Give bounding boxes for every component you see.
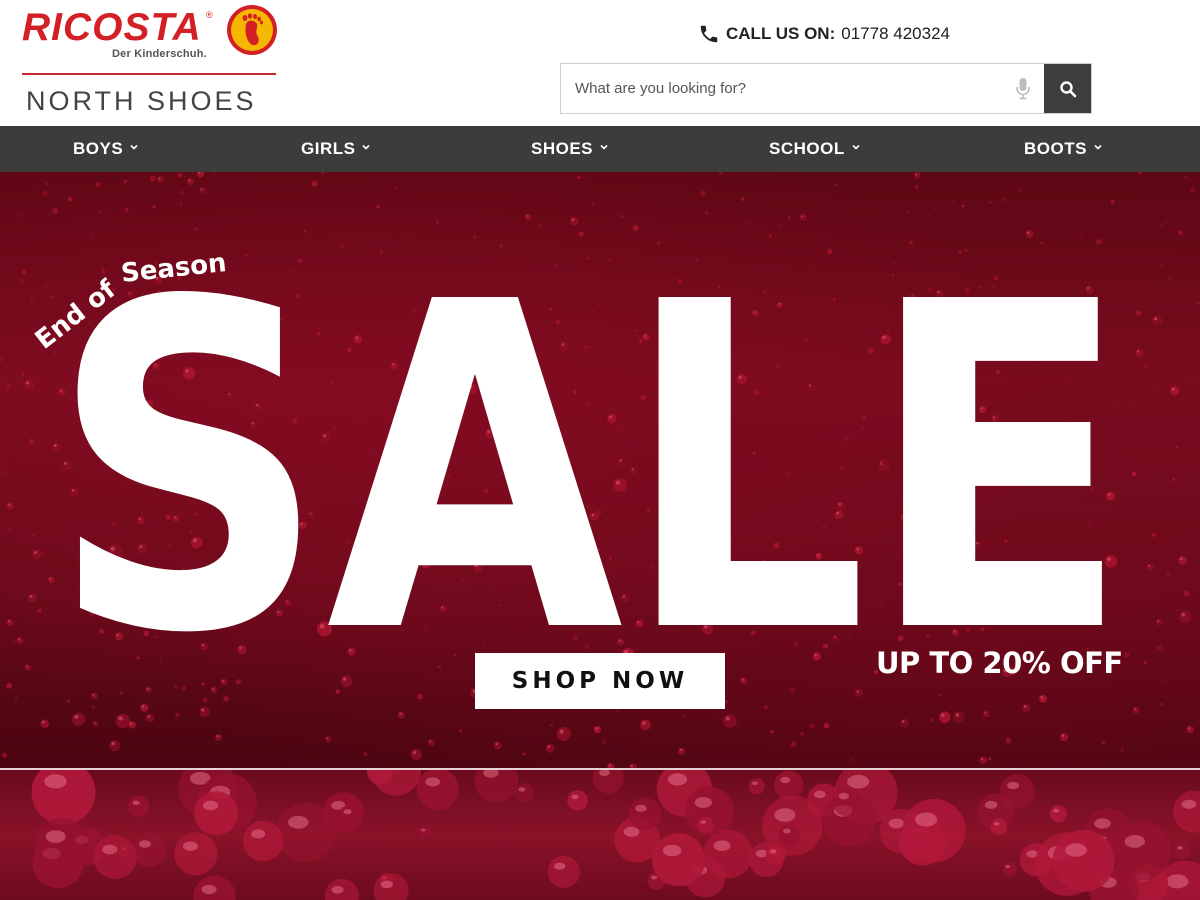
microphone-icon[interactable]: [1002, 64, 1044, 113]
nav-item-label: SCHOOL: [769, 139, 845, 158]
main-navigation: BOYS GIRLS SHOES SCHOOL BOOTS: [0, 126, 1200, 172]
registered-mark: ®: [206, 10, 213, 20]
footprint-logo-icon: [227, 5, 277, 55]
water-droplets-closeup: [31, 770, 1200, 900]
search-button[interactable]: [1044, 64, 1091, 113]
search-bar: [560, 63, 1092, 114]
store-name: NORTH SHOES: [26, 86, 257, 116]
secondary-banner[interactable]: [0, 770, 1200, 900]
nav-item-label: BOOTS: [1024, 139, 1087, 158]
call-label: CALL US ON:: [726, 24, 836, 43]
shop-now-button[interactable]: SHOP NOW: [475, 653, 725, 709]
nav-item-girls[interactable]: GIRLS: [301, 126, 371, 172]
nav-item-label: GIRLS: [301, 139, 356, 158]
nav-item-school[interactable]: SCHOOL: [769, 126, 861, 172]
phone-icon: [700, 25, 718, 43]
search-input[interactable]: [561, 64, 1002, 113]
search-icon: [1059, 80, 1076, 97]
chevron-down-icon: [852, 144, 860, 150]
chevron-down-icon: [130, 144, 138, 150]
chevron-down-icon: [600, 144, 608, 150]
end-of-season-kicker: End of Season: [30, 248, 228, 354]
discount-text: UP TO 20% OFF: [876, 646, 1123, 680]
call-us-line[interactable]: CALL US ON: 01778 420324: [698, 22, 950, 46]
brand-logo[interactable]: RICOSTA ® Der Kinderschuh. NORTH SHOES: [22, 4, 278, 122]
logo-wordmark: RICOSTA: [22, 6, 202, 49]
nav-item-label: BOYS: [73, 139, 124, 158]
chevron-down-icon: [362, 144, 371, 150]
kicker-part-2: Season: [120, 248, 228, 289]
chevron-down-icon: [1094, 144, 1102, 150]
site-header: RICOSTA ® Der Kinderschuh. NORTH SHOES C…: [0, 0, 1200, 126]
phone-number[interactable]: 01778 420324: [841, 24, 950, 44]
nav-item-label: SHOES: [531, 139, 594, 158]
nav-item-boys[interactable]: BOYS: [73, 126, 139, 172]
logo-tagline: Der Kinderschuh.: [112, 48, 207, 60]
logo-divider: [22, 73, 276, 75]
kicker-part-1: End of: [30, 274, 122, 354]
nav-item-shoes[interactable]: SHOES: [531, 126, 609, 172]
nav-item-boots[interactable]: BOOTS: [1024, 126, 1103, 172]
